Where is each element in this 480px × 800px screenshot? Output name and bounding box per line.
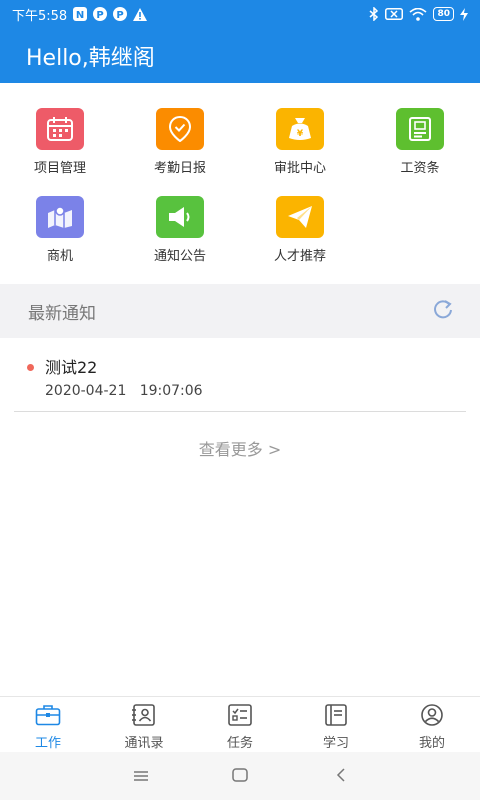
grid-item-label: 商机: [46, 249, 73, 264]
warning-icon: [133, 7, 148, 21]
notice-title: 测试22: [45, 358, 98, 377]
p-app-icon: P: [93, 7, 108, 21]
book-icon: [323, 704, 349, 730]
grid-item-label: 考勤日报: [153, 161, 206, 176]
feature-grid: 项目管理 考勤日报 ¥ 审批中心 工资条 商机 通知公告 人才推荐: [0, 96, 480, 282]
wifi-icon: [409, 7, 427, 21]
grid-item-business-opportunity[interactable]: 商机: [0, 184, 120, 264]
svg-text:P: P: [97, 10, 104, 21]
grid-item-talent-recommendation[interactable]: 人才推荐: [240, 184, 360, 264]
tab-contacts[interactable]: 通讯录: [96, 697, 192, 751]
grid-item-notice-announcement[interactable]: 通知公告: [120, 184, 240, 264]
tab-label: 我的: [418, 736, 445, 751]
profile-icon: [419, 704, 445, 730]
briefcase-icon: [35, 704, 61, 730]
grid-item-payslip[interactable]: 工资条: [360, 96, 480, 176]
money-bag-icon: ¥: [276, 108, 324, 150]
sim-icon: [385, 8, 404, 20]
tab-mine[interactable]: 我的: [384, 697, 480, 751]
grid-item-project-management[interactable]: 项目管理: [0, 96, 120, 176]
refresh-icon: [432, 298, 454, 324]
svg-text:¥: ¥: [297, 129, 304, 139]
notice-time: 2020-04-21 19:07:06: [45, 383, 203, 399]
grid-item-label: 通知公告: [153, 249, 206, 264]
calendar-icon: [36, 108, 84, 150]
p-app-icon: P: [113, 7, 128, 21]
payslip-icon: [396, 108, 444, 150]
charging-icon: [460, 7, 468, 21]
menu-button[interactable]: [126, 766, 156, 786]
tab-label: 学习: [322, 736, 349, 751]
app-header: Hello,韩继阁: [0, 28, 480, 83]
svg-text:P: P: [117, 10, 124, 21]
grid-item-label: 项目管理: [33, 161, 86, 176]
tab-work[interactable]: 工作: [0, 697, 96, 751]
tab-tasks[interactable]: 任务: [192, 697, 288, 751]
location-check-icon: [156, 108, 204, 150]
task-list-icon: [227, 704, 253, 730]
map-icon: [36, 196, 84, 238]
contacts-icon: [131, 704, 157, 730]
home-icon: [232, 767, 248, 786]
n-app-icon: N: [73, 7, 88, 21]
section-title: 最新通知: [28, 303, 96, 324]
greeting-title: Hello,韩继阁: [26, 45, 155, 71]
tab-label: 通讯录: [124, 736, 164, 751]
tab-label: 工作: [34, 736, 61, 751]
menu-icon: [133, 767, 149, 786]
back-button[interactable]: [326, 766, 356, 786]
battery-indicator: 80: [433, 7, 454, 21]
grid-item-label: 工资条: [400, 161, 440, 176]
grid-item-label: 人才推荐: [273, 249, 326, 264]
tab-label: 任务: [226, 736, 253, 751]
megaphone-icon: [156, 196, 204, 238]
grid-item-attendance-report[interactable]: 考勤日报: [120, 96, 240, 176]
unread-dot: [27, 364, 34, 371]
notice-list-item[interactable]: 测试22 2020-04-21 19:07:06: [14, 338, 466, 412]
status-bar: 下午5:58 N P P 80: [0, 0, 480, 28]
grid-item-label: 审批中心: [273, 161, 326, 176]
paper-plane-icon: [276, 196, 324, 238]
refresh-button[interactable]: [432, 298, 454, 324]
bottom-tab-bar: 工作 通讯录 任务 学习 我的: [0, 696, 480, 751]
tab-learning[interactable]: 学习: [288, 697, 384, 751]
view-more-link[interactable]: 查看更多 >: [0, 436, 480, 460]
grid-item-approval-center[interactable]: ¥ 审批中心: [240, 96, 360, 176]
svg-text:N: N: [76, 10, 84, 21]
bluetooth-icon: [369, 7, 379, 21]
back-icon: [335, 767, 347, 786]
home-button[interactable]: [225, 766, 255, 786]
system-navigation-bar: [0, 752, 480, 800]
latest-notice-header: 最新通知: [0, 284, 480, 338]
status-time: 下午5:58: [12, 8, 68, 24]
